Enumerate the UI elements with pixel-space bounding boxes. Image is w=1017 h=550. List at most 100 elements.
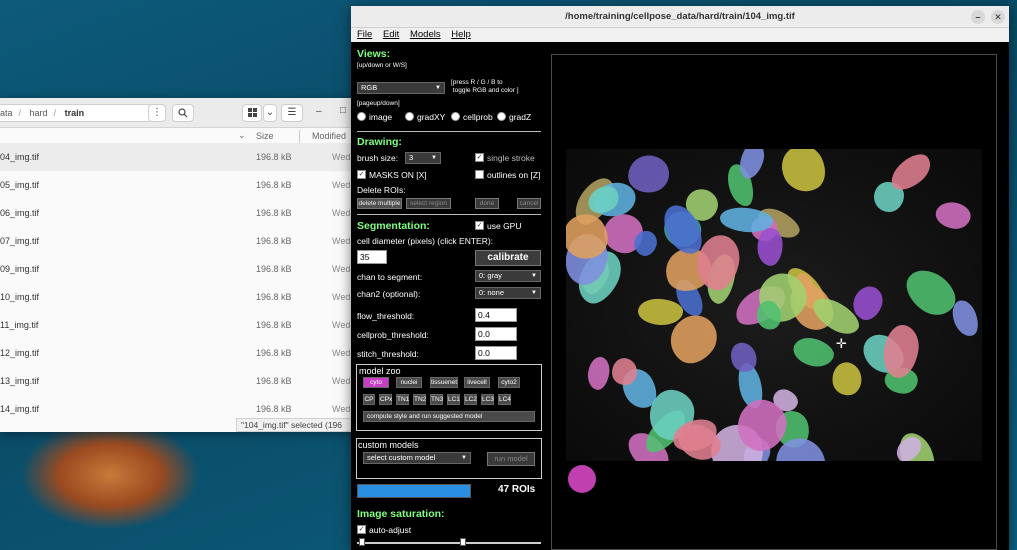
done-button[interactable]: done bbox=[475, 198, 499, 209]
brush-size-value: 3 bbox=[409, 153, 414, 162]
model-tn2-button[interactable]: TN2 bbox=[413, 394, 426, 405]
model-lc3-button[interactable]: LC3 bbox=[481, 394, 494, 405]
masks-on-checkbox[interactable]: ✓ bbox=[357, 170, 366, 179]
file-modified: Wed bbox=[332, 180, 351, 190]
model-lc2-button[interactable]: LC2 bbox=[464, 394, 477, 405]
model-cp-button[interactable]: CP bbox=[363, 394, 375, 405]
stitch-threshold-input[interactable]: 0.0 bbox=[475, 346, 517, 360]
file-row[interactable]: 05_img.tif 196.8 kB Wed bbox=[0, 171, 362, 199]
model-livecell-button[interactable]: livecell bbox=[464, 377, 490, 388]
breadcrumb-item[interactable]: hard bbox=[30, 108, 48, 118]
maximize-button[interactable]: □ bbox=[340, 105, 346, 116]
radio-image[interactable] bbox=[357, 112, 366, 121]
grid-icon bbox=[247, 108, 257, 117]
file-row[interactable]: 10_img.tif 196.8 kB Wed bbox=[0, 283, 362, 311]
menu-bar: File Edit Models Help bbox=[351, 28, 1009, 42]
sort-icon[interactable]: ⌄ bbox=[238, 130, 246, 141]
file-modified: Wed bbox=[332, 292, 351, 302]
chevron-down-icon: ▼ bbox=[531, 290, 537, 296]
file-row[interactable]: 04_img.tif 196.8 kB Wed bbox=[0, 143, 362, 171]
file-manager-header: ata / hard / train ⋮ ⌄ ☰ – □ bbox=[0, 98, 362, 128]
file-row[interactable]: 13_img.tif 196.8 kB Wed bbox=[0, 367, 362, 395]
minimize-button[interactable]: – bbox=[316, 106, 322, 117]
slider-handle-high[interactable] bbox=[460, 538, 466, 546]
search-icon bbox=[178, 108, 188, 118]
custom-model-select[interactable]: select custom model ▼ bbox=[363, 452, 471, 464]
file-size: 196.8 kB bbox=[256, 236, 292, 246]
color-view-select[interactable]: RGB ▼ bbox=[357, 82, 445, 94]
file-name: 12_img.tif bbox=[0, 348, 40, 358]
cellprob-threshold-input[interactable]: 0.0 bbox=[475, 327, 517, 341]
use-gpu-checkbox[interactable]: ✓ bbox=[475, 221, 484, 230]
breadcrumb-current[interactable]: train bbox=[65, 108, 85, 118]
model-lc1-button[interactable]: LC1 bbox=[447, 394, 460, 405]
model-cpx-button[interactable]: CPx bbox=[379, 394, 392, 405]
file-row[interactable]: 12_img.tif 196.8 kB Wed bbox=[0, 339, 362, 367]
segmentation-image[interactable] bbox=[566, 149, 982, 461]
slider-handle-low[interactable] bbox=[359, 538, 365, 546]
control-panel: Views: [up/down or W/S] RGB ▼ [press R / … bbox=[351, 42, 551, 550]
hamburger-menu-button[interactable]: ☰ bbox=[281, 104, 303, 122]
column-modified[interactable]: Modified bbox=[312, 131, 346, 141]
file-row[interactable]: 09_img.tif 196.8 kB Wed bbox=[0, 255, 362, 283]
file-modified: Wed bbox=[332, 152, 351, 162]
suggest-model-button[interactable]: compute style and run suggested model bbox=[363, 411, 535, 422]
view-options-button[interactable]: ⌄ bbox=[263, 104, 277, 122]
chan2-value: 0: none bbox=[479, 288, 505, 297]
delete-rois-label: Delete ROIs: bbox=[357, 185, 406, 195]
model-tn1-button[interactable]: TN1 bbox=[396, 394, 409, 405]
outlines-on-checkbox[interactable] bbox=[475, 170, 484, 179]
file-name: 06_img.tif bbox=[0, 208, 40, 218]
chan-select[interactable]: 0: gray ▼ bbox=[475, 270, 541, 282]
brush-size-select[interactable]: 3 ▼ bbox=[405, 152, 441, 164]
custom-model-value: select custom model bbox=[367, 453, 436, 462]
radio-cellprob[interactable] bbox=[451, 112, 460, 121]
model-cyto-button[interactable]: cyto bbox=[363, 377, 389, 388]
saturation-slider[interactable] bbox=[357, 538, 541, 546]
radio-image-label: image bbox=[369, 112, 393, 122]
auto-adjust-checkbox[interactable]: ✓ bbox=[357, 525, 366, 534]
model-tn3-button[interactable]: TN3 bbox=[430, 394, 443, 405]
model-cyto2-button[interactable]: cyto2 bbox=[498, 377, 520, 388]
page-hint: [pageup/down] bbox=[357, 100, 400, 107]
column-size[interactable]: Size bbox=[256, 131, 274, 141]
file-row[interactable]: 06_img.tif 196.8 kB Wed bbox=[0, 199, 362, 227]
menu-help[interactable]: Help bbox=[451, 29, 471, 40]
breadcrumb-item[interactable]: ata bbox=[0, 108, 13, 118]
menu-file[interactable]: File bbox=[357, 29, 372, 40]
model-lc4-button[interactable]: LC4 bbox=[498, 394, 511, 405]
file-row[interactable]: 07_img.tif 196.8 kB Wed bbox=[0, 227, 362, 255]
file-manager-window: ata / hard / train ⋮ ⌄ ☰ – □ ⌄ Size Modifi… bbox=[0, 98, 362, 432]
file-row[interactable]: 11_img.tif 196.8 kB Wed bbox=[0, 311, 362, 339]
custom-models-heading: custom models bbox=[358, 440, 419, 450]
single-stroke-checkbox[interactable]: ✓ bbox=[475, 153, 484, 162]
breadcrumb[interactable]: ata / hard / train bbox=[0, 104, 152, 122]
minimize-button[interactable]: – bbox=[971, 10, 985, 24]
calibrate-button[interactable]: calibrate bbox=[475, 250, 541, 266]
image-viewer[interactable] bbox=[551, 54, 997, 550]
delete-multiple-button[interactable]: delete multiple bbox=[357, 198, 402, 209]
minimize-icon: – bbox=[975, 12, 981, 22]
cancel-button[interactable]: cancel bbox=[517, 198, 541, 209]
select-region-button[interactable]: select region bbox=[406, 198, 451, 209]
view-toggle-button[interactable] bbox=[242, 104, 262, 122]
file-name: 14_img.tif bbox=[0, 404, 40, 414]
flow-threshold-input[interactable]: 0.4 bbox=[475, 308, 517, 322]
radio-gradxy[interactable] bbox=[405, 112, 414, 121]
file-name: 10_img.tif bbox=[0, 292, 40, 302]
search-button[interactable] bbox=[172, 104, 194, 122]
masks-on-label: MASKS ON [X] bbox=[369, 170, 427, 180]
menu-models[interactable]: Models bbox=[410, 29, 441, 40]
close-icon: ✕ bbox=[994, 12, 1002, 22]
file-modified: Wed bbox=[332, 348, 351, 358]
chan2-select[interactable]: 0: none ▼ bbox=[475, 287, 541, 299]
menu-edit[interactable]: Edit bbox=[383, 29, 399, 40]
kebab-icon: ⋮ bbox=[152, 107, 162, 118]
diameter-input[interactable]: 35 bbox=[357, 250, 387, 264]
close-button[interactable]: ✕ bbox=[991, 10, 1005, 24]
radio-gradz[interactable] bbox=[497, 112, 506, 121]
model-nuclei-button[interactable]: nuclei bbox=[396, 377, 422, 388]
menu-button[interactable]: ⋮ bbox=[148, 104, 166, 122]
run-model-button[interactable]: run model bbox=[487, 452, 535, 466]
model-tissuenet-button[interactable]: tissuenet bbox=[430, 377, 458, 388]
